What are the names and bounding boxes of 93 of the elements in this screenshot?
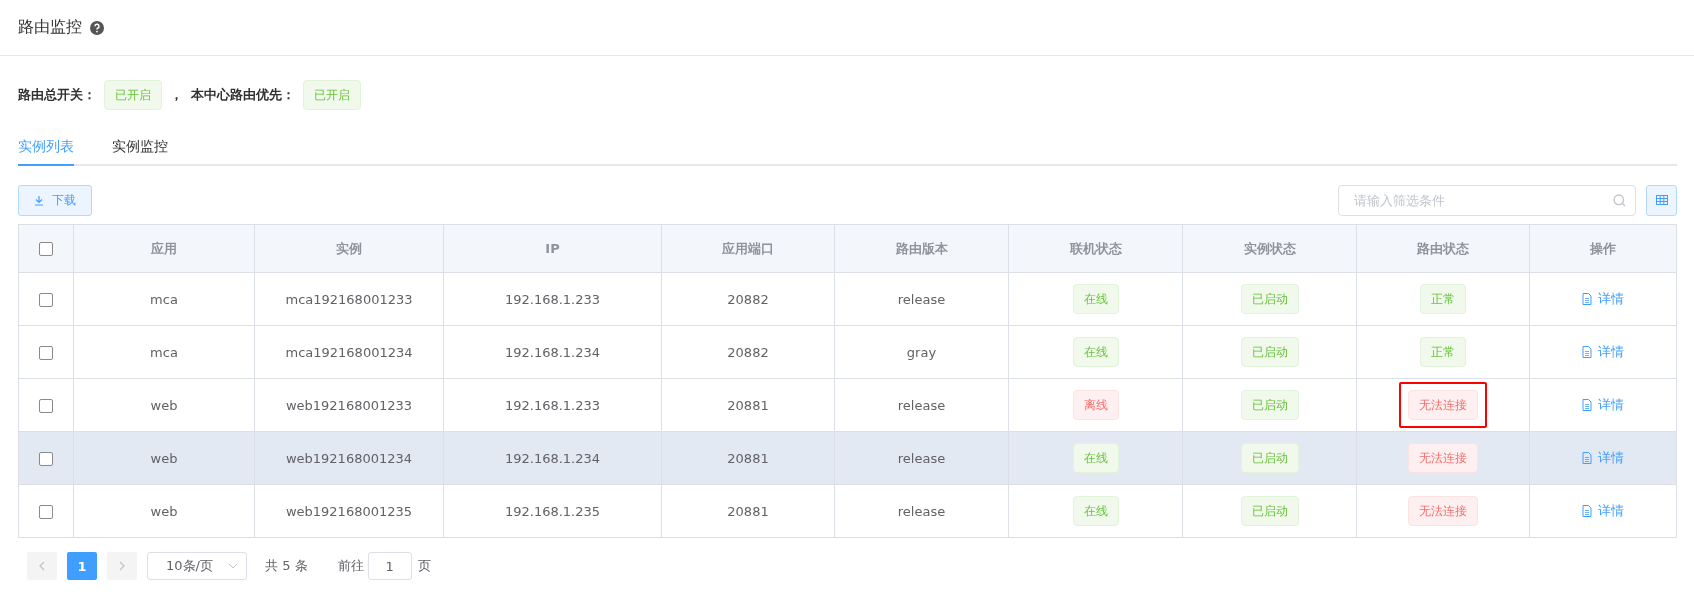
status-tag: 无法连接 (1408, 390, 1478, 420)
status-tag: 已启动 (1240, 337, 1299, 367)
table-row[interactable]: mca mca192168001234 192.168.1.234 20882 gray 在线 已启动 正常 详情 (18, 325, 1677, 379)
table-cell: web (73, 431, 255, 485)
table-row[interactable]: mca mca192168001233 192.168.1.233 20882 release 在线 已启动 正常 详情 (18, 272, 1677, 326)
status-tag: 在线 (1072, 284, 1119, 314)
status-tag: 已启动 (1240, 284, 1299, 314)
table-cell: web (73, 378, 255, 432)
document-icon (1582, 346, 1592, 358)
table-cell: 192.168.1.234 (443, 325, 662, 379)
table-cell: web192168001235 (254, 484, 444, 538)
table-cell: 20882 (661, 272, 835, 326)
column-header: 联机状态 (1008, 224, 1183, 273)
table-cell: release (834, 378, 1009, 432)
column-header: 操作 (1529, 224, 1677, 273)
checkbox[interactable] (39, 292, 53, 307)
table-cell: web (73, 484, 255, 538)
details-link[interactable]: 详情 (1582, 396, 1624, 414)
table-cell: 20881 (661, 378, 835, 432)
column-settings-button[interactable] (1646, 184, 1677, 216)
checkbox[interactable] (39, 398, 53, 413)
status-tag: 在线 (1072, 443, 1119, 473)
table-cell: mca192168001233 (254, 272, 444, 326)
table-cell: mca192168001234 (254, 325, 444, 379)
chevron-left-icon (39, 561, 45, 571)
page-size-select[interactable]: 10条/页 (147, 552, 247, 580)
status-tag: 已启动 (1240, 496, 1299, 526)
table-cell: 20881 (661, 431, 835, 485)
table-row[interactable]: web web192168001234 192.168.1.234 20881 release 在线 已启动 无法连接 详情 (18, 431, 1677, 485)
column-header: 应用端口 (661, 224, 835, 273)
checkbox[interactable] (39, 504, 53, 519)
column-header: 实例状态 (1182, 224, 1357, 273)
table-cell: release (834, 272, 1009, 326)
tab[interactable]: 实例监控 (112, 138, 168, 166)
status-tag: 在线 (1072, 337, 1119, 367)
document-icon (1582, 452, 1592, 464)
status-tag: 已启动 (1240, 390, 1299, 420)
help-icon[interactable] (90, 20, 104, 35)
grid-icon (1655, 195, 1668, 205)
status-tag: 正常 (1420, 284, 1466, 314)
table-cell: release (834, 484, 1009, 538)
table-row[interactable]: web web192168001235 192.168.1.235 20881 release 在线 已启动 无法连接 详情 (18, 484, 1677, 538)
table-cell: web192168001233 (254, 378, 444, 432)
details-link[interactable]: 详情 (1582, 343, 1624, 361)
status-tag: 离线 (1072, 390, 1119, 420)
details-link[interactable]: 详情 (1582, 290, 1624, 308)
switch-label: 路由总开关： (18, 86, 96, 104)
table-cell: web192168001234 (254, 431, 444, 485)
goto-label: 前往 (337, 557, 364, 575)
column-header: IP (443, 224, 662, 273)
separator-text: ， (170, 86, 183, 104)
column-header: 应用 (73, 224, 255, 273)
table-cell: mca (73, 272, 255, 326)
column-header: 路由状态 (1356, 224, 1530, 273)
document-icon (1582, 293, 1592, 305)
table-cell: 192.168.1.235 (443, 484, 662, 538)
checkbox[interactable] (39, 451, 53, 466)
table-cell: release (834, 431, 1009, 485)
search-icon (1613, 193, 1626, 207)
switch-label: 本中心路由优先： (191, 86, 295, 104)
status-tag: 已启动 (1240, 443, 1299, 473)
page-input[interactable]: 1 (367, 552, 412, 580)
column-header: 实例 (254, 224, 444, 273)
search-field[interactable]: 请输入筛选条件 (1338, 184, 1636, 216)
page-suffix: 页 (417, 557, 431, 575)
status-tag: 在线 (1072, 496, 1119, 526)
status-tag: 无法连接 (1408, 496, 1478, 526)
tab[interactable]: 实例列表 (18, 138, 74, 166)
table-cell: 192.168.1.234 (443, 431, 662, 485)
checkbox[interactable] (39, 345, 53, 360)
download-button[interactable]: 下载 (18, 184, 92, 216)
column-header: 路由版本 (834, 224, 1009, 273)
table-cell: gray (834, 325, 1009, 379)
download-icon (34, 194, 44, 206)
status-tag: 无法连接 (1408, 443, 1478, 473)
table-cell: 192.168.1.233 (443, 378, 662, 432)
checkbox[interactable] (39, 242, 53, 257)
chevron-down-icon (228, 563, 238, 569)
table-cell: 20881 (661, 484, 835, 538)
document-icon (1582, 505, 1592, 517)
status-tag: 已开启 (104, 80, 162, 110)
total-count: 共 5 条 (265, 557, 308, 575)
status-tag: 已开启 (303, 80, 361, 110)
table-row[interactable]: web web192168001233 192.168.1.233 20881 release 离线 已启动 无法连接 详情 (18, 378, 1677, 432)
page-title: 路由监控 (18, 17, 82, 38)
chevron-right-icon (119, 561, 125, 571)
table-cell: 20882 (661, 325, 835, 379)
table-cell: mca (73, 325, 255, 379)
details-link[interactable]: 详情 (1582, 502, 1624, 520)
document-icon (1582, 399, 1592, 411)
status-tag: 正常 (1420, 337, 1466, 367)
table-cell: 192.168.1.233 (443, 272, 662, 326)
page-number[interactable]: 1 (67, 552, 97, 580)
